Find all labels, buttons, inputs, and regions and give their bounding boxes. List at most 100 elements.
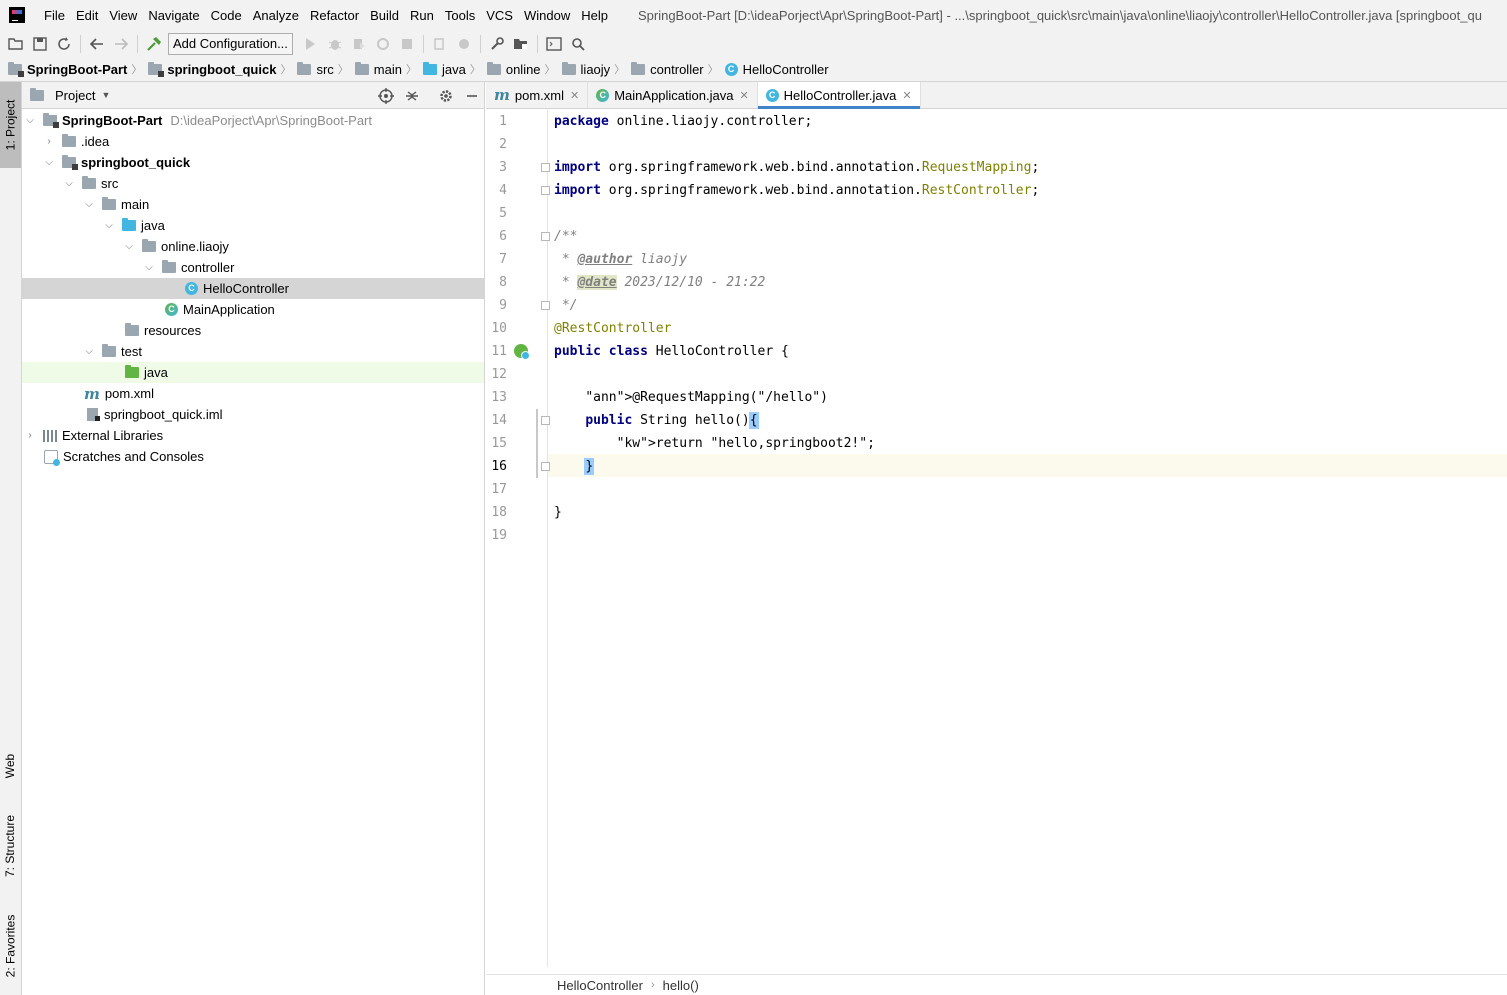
breadcrumb-item[interactable]: SpringBoot-Part (8, 61, 127, 77)
run-icon[interactable] (299, 33, 323, 55)
menu-code[interactable]: Code (206, 8, 248, 23)
breadcrumb-item[interactable]: src (297, 61, 334, 77)
menu-analyze[interactable]: Analyze (248, 8, 305, 23)
menu-vcs[interactable]: VCS (481, 8, 519, 23)
chevron-down-icon[interactable]: ⌵ (122, 241, 136, 252)
hide-panel-icon[interactable] (462, 86, 482, 106)
tree-node-scratches[interactable]: Scratches and Consoles (22, 446, 484, 467)
open-folder-icon[interactable] (4, 33, 28, 55)
line-9-text: */ (554, 298, 578, 313)
menu-help[interactable]: Help (576, 8, 614, 23)
breadcrumb-item[interactable]: main (354, 61, 402, 77)
close-icon[interactable]: ✕ (739, 89, 748, 102)
menu-view[interactable]: View (104, 8, 143, 23)
collapse-all-icon[interactable] (402, 86, 422, 106)
tree-node-java-main[interactable]: ⌵ java (22, 215, 484, 236)
project-structure-wrench-icon[interactable] (485, 33, 509, 55)
menu-file[interactable]: File (39, 8, 71, 23)
code-line: public class HelloController { (548, 340, 1507, 363)
breadcrumb-item[interactable]: liaojy (561, 61, 610, 77)
search-icon[interactable] (566, 33, 590, 55)
menu-window[interactable]: Window (519, 8, 576, 23)
coverage-icon[interactable] (452, 33, 476, 55)
menu-navigate[interactable]: Navigate (143, 8, 205, 23)
forward-icon[interactable] (109, 33, 133, 55)
stop-icon[interactable] (395, 33, 419, 55)
project-structure-icon[interactable] (509, 33, 533, 55)
chevron-right-icon[interactable]: › (23, 430, 37, 441)
structure-tool-button[interactable]: 7: Structure (0, 804, 21, 888)
tree-node-mainapplication[interactable]: C MainApplication (22, 299, 484, 320)
tab-mainapplication[interactable]: C MainApplication.java ✕ (588, 82, 758, 108)
line-number: 16 (491, 459, 507, 474)
tree-node-project-root[interactable]: ⌵ SpringBoot-Part D:\ideaPorject\Apr\Spr… (22, 110, 484, 131)
tree-node-resources[interactable]: resources (22, 320, 484, 341)
chevron-down-icon[interactable]: ⌵ (102, 220, 116, 231)
test-folder-icon (125, 365, 139, 378)
chevron-down-icon[interactable]: ⌵ (82, 346, 96, 357)
favorites-tool-button[interactable]: 2: Favorites (0, 904, 21, 988)
sync-icon[interactable] (52, 33, 76, 55)
close-icon[interactable]: ✕ (570, 89, 579, 102)
menu-tools[interactable]: Tools (440, 8, 481, 23)
breadcrumb-item[interactable]: online (486, 61, 541, 77)
tree-node-external-libraries[interactable]: › External Libraries (22, 425, 484, 446)
line-8-text: * @date 2023/12/10 - 21:22 (554, 275, 766, 290)
run-with-coverage-icon[interactable] (347, 33, 371, 55)
tree-node-test[interactable]: ⌵ test (22, 341, 484, 362)
chevron-down-icon[interactable]: ⌵ (42, 157, 56, 168)
chevron-down-icon[interactable]: ⌵ (82, 199, 96, 210)
tree-node-hellocontroller[interactable]: C HelloController (22, 278, 484, 299)
package-icon (561, 61, 576, 75)
menu-edit[interactable]: Edit (71, 8, 104, 23)
chevron-right-icon[interactable]: › (42, 136, 56, 147)
web-tool-button[interactable]: Web (0, 742, 21, 790)
project-tool-button[interactable]: 1: Project (0, 82, 21, 168)
tree-node-module[interactable]: ⌵ springboot_quick (22, 152, 484, 173)
line-number: 14 (491, 413, 507, 428)
tree-node-package[interactable]: ⌵ online.liaojy (22, 236, 484, 257)
breadcrumb-item[interactable]: java (422, 61, 466, 77)
add-configuration-button[interactable]: Add Configuration... (168, 32, 293, 55)
menu-refactor[interactable]: Refactor (305, 8, 365, 23)
breadcrumb-separator: 〉 (280, 64, 292, 76)
breadcrumb-item[interactable]: springboot_quick (148, 61, 276, 77)
tree-node-idea[interactable]: › .idea (22, 131, 484, 152)
menu-build[interactable]: Build (365, 8, 405, 23)
breadcrumb-separator: 〉 (544, 64, 556, 76)
class-icon: C (185, 282, 198, 295)
tree-node-iml[interactable]: springboot_quick.iml (22, 404, 484, 425)
breadcrumb-separator: 〉 (707, 64, 719, 76)
terminal-icon[interactable] (542, 33, 566, 55)
chevron-down-icon[interactable]: ⌵ (23, 115, 37, 126)
tree-node-java-test[interactable]: java (22, 362, 484, 383)
debug-icon[interactable] (323, 33, 347, 55)
editor-breadcrumb-class[interactable]: HelloController (557, 978, 643, 993)
spring-bean-gutter-icon[interactable] (514, 344, 530, 360)
code-area[interactable]: package online.liaojy.controller; import… (548, 110, 1507, 967)
locate-target-icon[interactable] (376, 86, 396, 106)
settings-gear-icon[interactable] (436, 86, 456, 106)
chevron-down-icon[interactable]: ⌵ (142, 262, 156, 273)
attach-debugger-icon[interactable] (428, 33, 452, 55)
editor-breadcrumb-method[interactable]: hello() (663, 978, 699, 993)
tree-node-main[interactable]: ⌵ main (22, 194, 484, 215)
change-marker[interactable] (536, 409, 538, 478)
menu-run[interactable]: Run (405, 8, 440, 23)
tree-node-controller[interactable]: ⌵ controller (22, 257, 484, 278)
back-icon[interactable] (85, 33, 109, 55)
profile-icon[interactable] (371, 33, 395, 55)
chevron-down-icon[interactable]: ▼ (101, 90, 110, 100)
tree-node-pom[interactable]: m pom.xml (22, 383, 484, 404)
breadcrumb-item[interactable]: C HelloController (724, 62, 829, 77)
tab-hellocontroller[interactable]: C HelloController.java ✕ (757, 82, 921, 109)
chevron-down-icon[interactable]: ⌵ (62, 178, 76, 189)
build-hammer-icon[interactable] (142, 33, 166, 55)
tab-pom-xml[interactable]: m pom.xml ✕ (486, 82, 589, 108)
project-view-selector[interactable]: Project (55, 88, 95, 103)
close-icon[interactable]: ✕ (902, 89, 911, 102)
save-all-icon[interactable] (28, 33, 52, 55)
breadcrumb-item[interactable]: controller (631, 61, 704, 77)
breadcrumb-separator: 〉 (614, 64, 626, 76)
tree-node-src[interactable]: ⌵ src (22, 173, 484, 194)
